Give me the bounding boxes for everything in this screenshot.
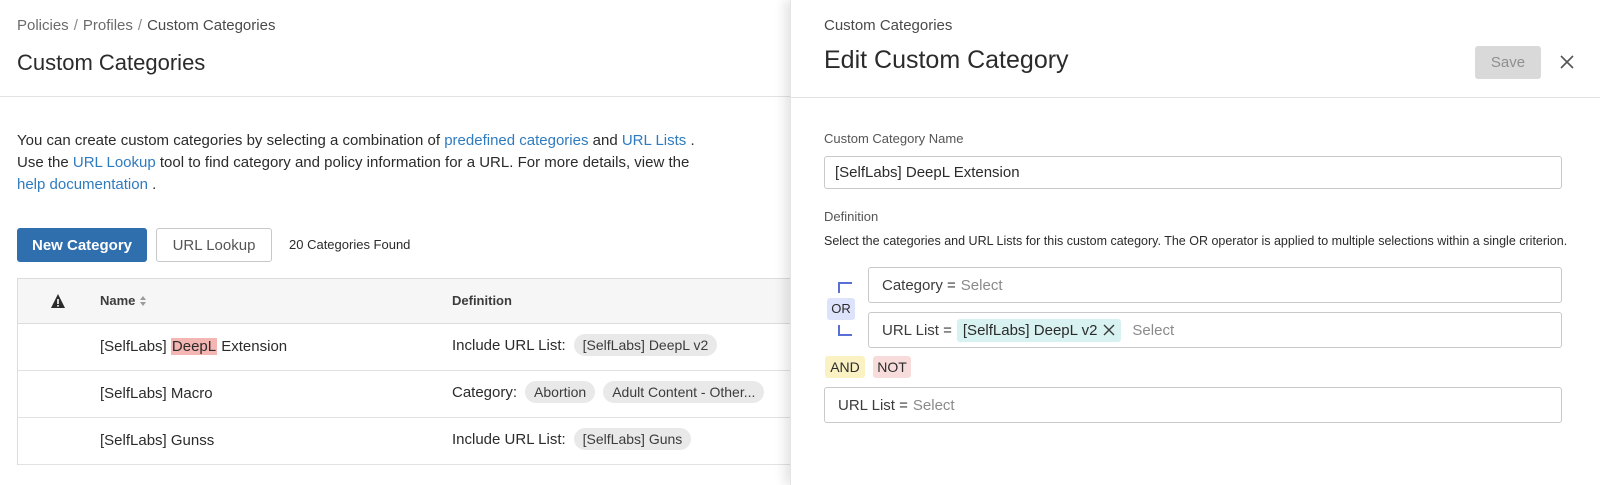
- row-name-prefix: [SelfLabs] Gunss: [100, 432, 215, 449]
- url-lookup-link[interactable]: URL Lookup: [73, 154, 156, 171]
- intro-segment: and: [588, 132, 622, 149]
- categories-count: 20 Categories Found: [289, 237, 411, 252]
- help-documentation-link[interactable]: help documentation: [17, 176, 148, 193]
- table-row[interactable]: [SelfLabs] Macro Category: Abortion Adul…: [18, 371, 790, 418]
- definition-chip: Abortion: [525, 381, 596, 403]
- save-button[interactable]: Save: [1475, 46, 1541, 79]
- intro-text: You can create custom categories by sele…: [17, 130, 717, 196]
- column-header-name-label: Name: [100, 293, 136, 308]
- or-operator-badge: OR: [827, 298, 855, 320]
- or-bracket-top: [838, 282, 852, 293]
- category-name-input[interactable]: [SelfLabs] DeepL Extension: [824, 156, 1562, 189]
- edit-category-panel: Custom Categories Edit Custom Category S…: [790, 0, 1600, 485]
- warning-triangle-icon: [51, 294, 65, 308]
- breadcrumb-separator: /: [73, 17, 78, 34]
- row-definition: Include URL List: [SelfLabs] DeepL v2: [452, 334, 718, 356]
- row-name[interactable]: [SelfLabs] Gunss: [100, 432, 214, 449]
- selected-url-list-tag: [SelfLabs] DeepL v2: [956, 318, 1122, 342]
- table-header: Name Definition: [18, 279, 790, 324]
- category-name-label: Custom Category Name: [824, 131, 964, 146]
- definition-chip: [SelfLabs] DeepL v2: [573, 334, 718, 356]
- predefined-categories-link[interactable]: predefined categories: [444, 132, 588, 149]
- remove-tag-icon[interactable]: [1103, 324, 1115, 336]
- row-name-prefix: [SelfLabs]: [100, 338, 171, 355]
- category-select-placeholder[interactable]: Select: [961, 277, 1003, 294]
- row-name[interactable]: [SelfLabs] Macro: [100, 385, 213, 402]
- url-list-criterion-field[interactable]: URL List = [SelfLabs] DeepL v2 Select: [868, 312, 1562, 348]
- definition-label: Definition: [824, 209, 879, 224]
- page-title: Custom Categories: [17, 50, 206, 75]
- custom-categories-page: Policies / Profiles / Custom Categories Cust…: [0, 0, 790, 485]
- row-definition: Include URL List: [SelfLabs] Guns: [452, 428, 692, 450]
- close-icon[interactable]: [1559, 54, 1575, 70]
- breadcrumb-separator: /: [137, 17, 143, 34]
- breadcrumb: Policies / Profiles / Custom Categories: [17, 17, 275, 34]
- breadcrumb-policies[interactable]: Policies: [17, 17, 69, 34]
- table-row[interactable]: [SelfLabs] DeepL Extension Include URL L…: [18, 324, 790, 371]
- criterion-label: URL List =: [838, 396, 908, 414]
- breadcrumb-profiles[interactable]: Profiles: [83, 17, 133, 34]
- panel-divider: [791, 97, 1600, 98]
- definition-label: Include URL List:: [452, 336, 566, 354]
- tag-label: [SelfLabs] DeepL v2: [962, 321, 1098, 339]
- criterion-label: Category =: [882, 276, 956, 294]
- and-operator-button[interactable]: AND: [825, 356, 865, 378]
- row-name-suffix: Extension: [217, 338, 288, 355]
- criterion-label: URL List =: [882, 321, 952, 339]
- table-row[interactable]: [SelfLabs] Gunss Include URL List: [Self…: [18, 418, 790, 465]
- panel-title: Edit Custom Category: [824, 46, 1069, 74]
- header-divider: [0, 96, 790, 97]
- breadcrumb-current: Custom Categories: [147, 17, 276, 34]
- or-bracket-bottom: [838, 325, 852, 336]
- intro-segment: You can create custom categories by sele…: [17, 132, 445, 149]
- row-name[interactable]: [SelfLabs] DeepL Extension: [100, 338, 287, 355]
- column-header-name[interactable]: Name: [100, 293, 147, 308]
- sort-icon[interactable]: [139, 295, 147, 307]
- url-lists-link[interactable]: URL Lists: [622, 132, 686, 149]
- definition-description: Select the categories and URL Lists for …: [824, 234, 1568, 248]
- definition-label: Include URL List:: [452, 430, 566, 448]
- panel-breadcrumb: Custom Categories: [824, 17, 953, 34]
- row-name-prefix: [SelfLabs] Macro: [100, 385, 213, 402]
- new-category-button[interactable]: New Category: [17, 228, 147, 262]
- category-criterion-field[interactable]: Category = Select: [868, 267, 1562, 303]
- definition-label: Category:: [452, 383, 518, 401]
- excluded-url-list-field[interactable]: URL List = Select: [824, 387, 1562, 423]
- row-definition: Category: Abortion Adult Content - Other…: [452, 381, 765, 403]
- url-lookup-button[interactable]: URL Lookup: [156, 228, 272, 262]
- definition-chip: [SelfLabs] Guns: [573, 428, 692, 450]
- column-header-definition: Definition: [452, 293, 512, 308]
- search-highlight: DeepL: [170, 338, 218, 355]
- definition-chip: Adult Content - Other...: [603, 381, 765, 403]
- url-list-select-placeholder[interactable]: Select: [913, 397, 955, 414]
- url-list-select-placeholder[interactable]: Select: [1132, 322, 1174, 339]
- intro-segment: .: [147, 176, 157, 193]
- intro-segment: tool to find category and policy informa…: [155, 154, 690, 171]
- not-operator-button[interactable]: NOT: [873, 356, 911, 378]
- categories-table: Name Definition [SelfLabs] DeepL Extensi…: [17, 278, 790, 465]
